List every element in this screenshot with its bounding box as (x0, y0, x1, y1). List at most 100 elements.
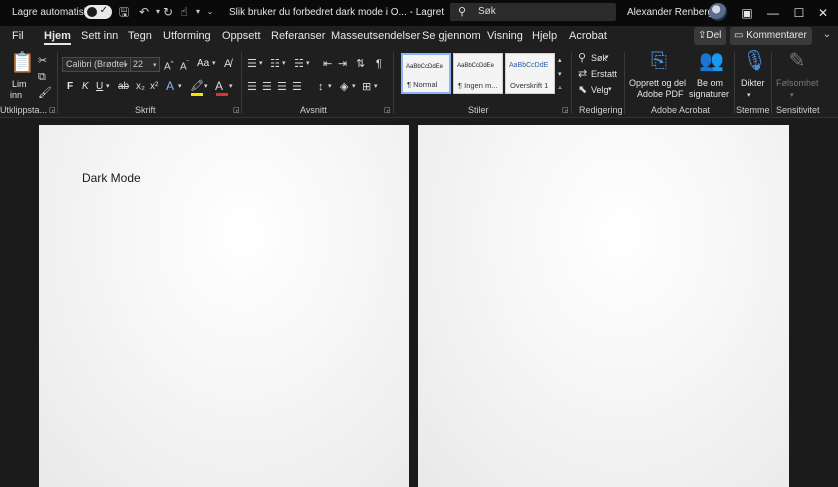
chevron-down-icon[interactable]: ▾ (605, 51, 609, 65)
numbering-icon[interactable]: ☷ (270, 57, 280, 71)
grow-font-icon[interactable]: A^ (164, 57, 174, 74)
paste-label-2[interactable]: inn (10, 90, 22, 100)
tab-sett-inn[interactable]: Sett inn (81, 30, 118, 42)
sensitivity-icon[interactable]: ✎ (786, 50, 808, 72)
tab-se-gjennom[interactable]: Se gjennom (422, 30, 481, 42)
strikethrough-icon[interactable]: ab (118, 80, 129, 94)
chevron-down-icon[interactable]: ▾ (212, 57, 216, 71)
request-sig-label-1[interactable]: Be om (697, 78, 723, 88)
paragraph-launcher-icon[interactable]: ◲ (384, 106, 391, 114)
style-normal[interactable]: AaBbCcDdEe ¶ Normal (401, 53, 451, 94)
create-pdf-label-1[interactable]: Opprett og del (629, 78, 686, 88)
tab-hjelp[interactable]: Hjelp (532, 30, 557, 42)
italic-button[interactable]: K (82, 81, 89, 92)
tab-utforming[interactable]: Utforming (163, 30, 211, 42)
multilevel-list-icon[interactable]: ☵ (294, 57, 304, 71)
chevron-down-icon[interactable]: ▾ (306, 57, 310, 71)
comments-button[interactable]: ▭ Kommentarer (730, 27, 812, 45)
save-icon[interactable]: 🖫 (116, 4, 132, 20)
chevron-down-icon[interactable]: ▾ (374, 80, 378, 94)
style-heading-1[interactable]: AaBbCcDdE Overskrift 1 (505, 53, 555, 94)
tab-visning[interactable]: Visning (487, 30, 523, 42)
user-name[interactable]: Alexander Renberg (627, 7, 713, 18)
chevron-down-icon[interactable]: ▾ (204, 80, 208, 94)
chevron-down-icon[interactable]: ▾ (229, 80, 233, 94)
ribbon-display-icon[interactable]: ▣ (738, 4, 756, 22)
paste-label-1[interactable]: Lim (12, 79, 27, 89)
replace-button[interactable]: Erstatt (591, 69, 617, 79)
font-launcher-icon[interactable]: ◲ (233, 106, 240, 114)
tab-acrobat[interactable]: Acrobat (569, 30, 607, 42)
minimize-icon[interactable]: — (764, 4, 782, 22)
redo-icon[interactable]: ↻ (160, 4, 176, 20)
change-case-button[interactable]: Aa (197, 58, 209, 69)
tab-oppsett[interactable]: Oppsett (222, 30, 261, 42)
share-button[interactable]: ⇪Del (694, 27, 726, 45)
cut-icon[interactable]: ✂ (38, 54, 47, 68)
tab-fil[interactable]: Fil (12, 30, 24, 42)
align-center-icon[interactable]: ☰ (262, 80, 272, 94)
text-effects-icon[interactable]: A (166, 79, 174, 93)
subscript-icon[interactable]: x₂ (136, 80, 145, 94)
chevron-down-icon[interactable]: ▾ (790, 89, 794, 103)
create-pdf-icon[interactable]: ⎘ (648, 50, 670, 72)
request-sig-label-2[interactable]: signaturer (689, 89, 729, 99)
sensitivity-button[interactable]: Følsomhet (776, 78, 819, 88)
font-size-select[interactable]: 22 ▾ (130, 57, 160, 72)
tab-referanser[interactable]: Referanser (271, 30, 325, 42)
superscript-icon[interactable]: x² (150, 80, 158, 94)
chevron-down-icon[interactable]: ⌄ (820, 29, 834, 43)
tab-tegn[interactable]: Tegn (128, 30, 152, 42)
styles-launcher-icon[interactable]: ◲ (562, 106, 569, 114)
format-painter-icon[interactable]: 🖌 (38, 86, 52, 100)
align-left-icon[interactable]: ☰ (247, 80, 257, 94)
paste-icon[interactable]: 📋 (10, 52, 35, 74)
autosave-toggle[interactable]: ✓ (84, 5, 112, 19)
customize-toolbar-icon[interactable]: ⌄ (202, 4, 218, 20)
shading-icon[interactable]: ◈ (340, 80, 348, 94)
styles-more-icon[interactable]: ⩡ (558, 82, 562, 96)
decrease-indent-icon[interactable]: ⇤ (323, 57, 332, 71)
clear-formatting-icon[interactable]: A̸ (224, 57, 231, 71)
copy-icon[interactable]: ⧉ (38, 70, 46, 84)
replace-icon[interactable]: ⇄ (578, 67, 587, 81)
bold-button[interactable]: F (67, 81, 73, 92)
select-icon[interactable]: ⬉ (578, 83, 587, 97)
underline-button[interactable]: U (96, 81, 103, 92)
chevron-down-icon[interactable]: ▾ (352, 80, 356, 94)
borders-icon[interactable]: ⊞ (362, 80, 371, 94)
chevron-down-icon[interactable]: ▾ (259, 57, 263, 71)
styles-scroll-up-icon[interactable]: ▴ (558, 54, 562, 68)
select-button[interactable]: Velg (591, 85, 609, 95)
avatar[interactable] (709, 3, 727, 21)
shrink-font-icon[interactable]: Aˇ (180, 57, 189, 74)
bullets-icon[interactable]: ☰ (247, 57, 257, 71)
chevron-down-icon[interactable]: ▾ (178, 80, 182, 94)
chevron-down-icon[interactable]: ▾ (106, 80, 110, 94)
maximize-icon[interactable]: ☐ (790, 4, 808, 22)
line-spacing-icon[interactable]: ↕ (318, 80, 324, 94)
find-icon[interactable]: ⚲ (578, 51, 586, 65)
styles-scroll-down-icon[interactable]: ▾ (558, 68, 562, 82)
close-icon[interactable]: ✕ (814, 4, 832, 22)
tab-hjem[interactable]: Hjem (44, 30, 71, 45)
pilcrow-icon[interactable]: ¶ (376, 57, 382, 71)
style-no-spacing[interactable]: AaBbCcDdEe ¶ Ingen m... (453, 53, 503, 94)
microphone-icon[interactable]: 🎙 (742, 50, 767, 72)
request-signature-icon[interactable]: 👥 (699, 50, 724, 72)
document-page-2[interactable] (418, 125, 789, 487)
chevron-down-icon[interactable]: ▾ (608, 83, 612, 97)
tab-masseutsendelser[interactable]: Masseutsendelser (331, 30, 420, 42)
chevron-down-icon[interactable]: ▾ (328, 80, 332, 94)
sort-icon[interactable]: ⇅ (356, 57, 365, 71)
justify-icon[interactable]: ☰ (292, 80, 302, 94)
search-box[interactable]: ⚲ Søk (450, 3, 616, 21)
dictate-button[interactable]: Dikter (741, 78, 765, 88)
create-pdf-label-2[interactable]: Adobe PDF (637, 89, 684, 99)
document-title[interactable]: Slik bruker du forbedret dark mode i O..… (229, 7, 444, 18)
chevron-down-icon[interactable]: ▾ (282, 57, 286, 71)
highlight-icon[interactable]: 🖍 (190, 79, 204, 93)
clipboard-launcher-icon[interactable]: ◲ (49, 106, 56, 114)
document-body-text[interactable]: Dark Mode (82, 171, 141, 185)
chevron-down-icon[interactable]: ▾ (747, 89, 751, 103)
